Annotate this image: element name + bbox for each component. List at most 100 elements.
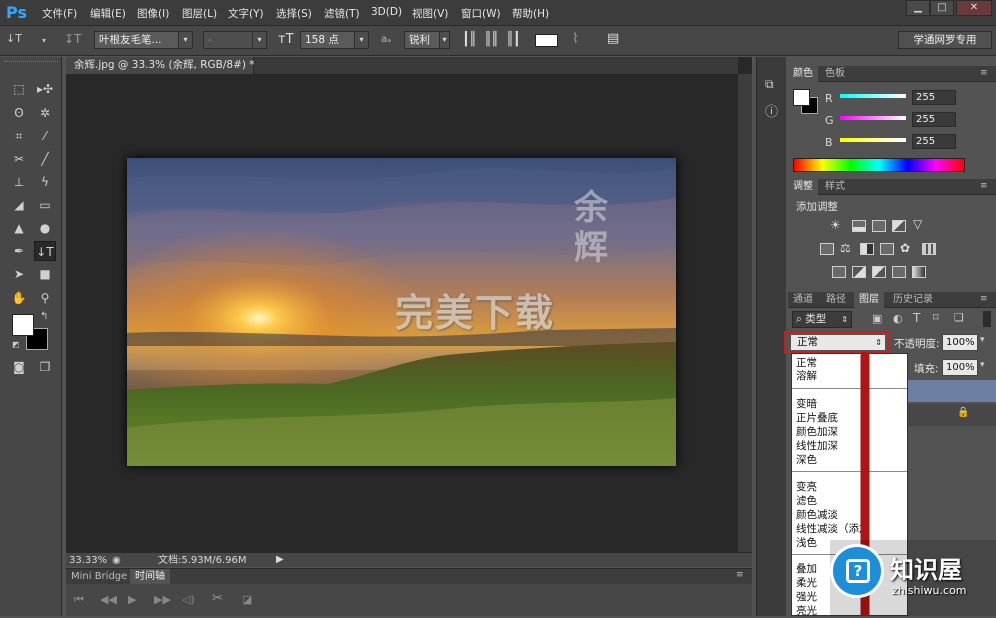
fill-input[interactable]: 100% [942,359,978,376]
panel-menu-icon[interactable]: ≡ [980,68,988,78]
panel-menu-icon[interactable]: ≡ [980,181,988,191]
channel-b-slider[interactable] [840,138,906,142]
type-tool-icon[interactable]: ↓T [6,32,22,45]
clone-stamp-icon[interactable]: ⊥ [8,172,30,192]
tab-history[interactable]: 历史记录 [888,292,938,308]
align-right-icon[interactable]: ║┃ [506,32,521,47]
posterize-icon[interactable] [852,266,866,278]
font-family-select[interactable]: 叶根友毛笔... ▾ [94,31,193,49]
info-panel-icon[interactable]: ⓘ [765,101,778,120]
menu-layer[interactable]: 图层(L) [182,6,217,21]
gradient-map-icon[interactable] [912,266,926,278]
blend-option[interactable]: 颜色加深 [796,424,838,439]
tab-styles[interactable]: 样式 [820,179,850,195]
menu-filter[interactable]: 滤镜(T) [324,6,360,21]
menu-file[interactable]: 文件(F) [42,6,77,21]
layer-row-background[interactable] [908,404,996,426]
tab-timeline[interactable]: 时间轴 [130,569,170,584]
menu-image[interactable]: 图像(I) [137,6,169,21]
crop-tool-icon[interactable]: ⌗ [8,126,30,146]
opacity-arrow-icon[interactable]: ▾ [980,335,985,345]
screen-mode-icon[interactable]: ❐ [34,357,56,377]
menu-edit[interactable]: 编辑(E) [90,6,126,21]
fill-arrow-icon[interactable]: ▾ [980,360,985,370]
history-brush-icon[interactable]: ϟ [34,172,56,192]
rectangle-tool-icon[interactable]: ■ [34,264,56,284]
vibrance-icon[interactable]: ▽ [913,217,922,231]
panel-menu-icon[interactable]: ≡ [736,570,744,580]
document-tab[interactable]: 余辉.jpg @ 33.3% (余辉, RGB/8#) * × [66,57,275,74]
magic-wand-icon[interactable]: ✲ [34,103,56,123]
hand-tool-icon[interactable]: ✋ [8,288,30,308]
status-share-icon[interactable]: ◉ [112,554,121,568]
swap-colors-icon[interactable]: ↰ [40,311,48,322]
layer-row-selected[interactable] [908,380,996,402]
font-size-select[interactable]: 158 点 ▾ [300,31,369,49]
menu-view[interactable]: 视图(V) [412,6,448,21]
quick-mask-icon[interactable]: ◙ [8,357,30,377]
history-panel-icon[interactable]: ⧉ [765,77,774,92]
lasso-tool-icon[interactable]: ʘ [8,103,30,123]
filter-pixel-icon[interactable]: ▣ [872,312,882,325]
maximize-button[interactable]: □ [930,0,954,16]
font-style-select[interactable]: - ▾ [203,31,267,49]
blend-option[interactable]: 变暗 [796,396,817,411]
image-canvas[interactable]: 余辉 完美下载 [127,158,676,466]
blend-option[interactable]: 强光 [796,589,817,604]
type-tool-icon[interactable]: ↓T [34,241,56,261]
filter-adjustment-icon[interactable]: ◐ [893,312,903,325]
color-balance-icon[interactable]: ⚖ [840,241,851,255]
tab-paths[interactable]: 路径 [821,292,851,308]
tab-channels[interactable]: 通道 [788,292,818,308]
transition-icon[interactable]: ◪ [242,593,252,606]
panel-menu-icon[interactable]: ≡ [980,294,988,304]
blend-option[interactable]: 变亮 [796,479,817,494]
zoom-level[interactable]: 33.33% [69,554,107,568]
opacity-input[interactable]: 100% [942,334,978,351]
pen-tool-icon[interactable]: ✒ [8,241,30,261]
menu-window[interactable]: 窗口(W) [461,6,501,21]
move-tool-icon[interactable]: ▸✣ [34,79,56,99]
foreground-color-swatch[interactable] [12,314,34,336]
dodge-tool-icon[interactable]: ● [34,218,56,238]
workspace-button[interactable]: 学通网罗专用 [898,31,992,49]
tab-adjustments[interactable]: 调整 [788,179,818,195]
first-frame-icon[interactable]: ⏮ [74,593,84,607]
eyedropper-icon[interactable]: ⁄ [34,126,56,146]
zoom-tool-icon[interactable]: ⚲ [34,288,56,308]
blur-tool-icon[interactable]: ▲ [8,218,30,238]
channel-r-value[interactable]: 255 [912,90,956,105]
default-colors-icon[interactable]: ◩ [12,340,20,349]
vertical-scrollbar[interactable] [738,74,752,552]
tab-mini-bridge[interactable]: Mini Bridge [66,569,133,584]
menu-select[interactable]: 选择(S) [276,6,312,21]
channel-g-slider[interactable] [840,116,906,120]
blend-option[interactable]: 线性加深 [796,438,838,453]
black-white-icon[interactable] [860,243,874,255]
channel-r-slider[interactable] [840,94,906,98]
blend-option[interactable]: 滤色 [796,493,817,508]
close-button[interactable]: ✕ [956,0,992,16]
blend-option[interactable]: 浅色 [796,535,817,550]
exposure-icon[interactable] [892,220,906,232]
align-center-icon[interactable]: ║║ [484,32,499,47]
blend-option[interactable]: 深色 [796,452,817,467]
prev-frame-icon[interactable]: ◀◀ [100,593,117,606]
channel-mixer-icon[interactable]: ✿ [900,241,910,255]
audio-icon[interactable]: ◁) [182,593,195,606]
blend-option[interactable]: 颜色减淡 [796,507,838,522]
filter-smart-object-icon[interactable]: ❏ [954,311,964,324]
filter-type-icon[interactable]: T [913,311,920,325]
photo-filter-icon[interactable] [880,243,894,255]
color-fg-swatch[interactable] [793,89,810,106]
toggle-orientation-icon[interactable]: ↧T [64,32,81,46]
brightness-icon[interactable]: ☀ [830,218,841,232]
minimize-button[interactable]: ▁ [906,0,930,16]
hue-saturation-icon[interactable] [820,243,834,255]
antialias-select[interactable]: 锐利 ▾ [404,31,450,49]
curves-icon[interactable] [872,220,886,232]
eraser-tool-icon[interactable]: ◢ [8,195,30,215]
marquee-tool-icon[interactable]: ⬚ [8,79,30,99]
tool-preset-arrow-icon[interactable]: ▾ [42,36,46,45]
selective-color-icon[interactable] [892,266,906,278]
